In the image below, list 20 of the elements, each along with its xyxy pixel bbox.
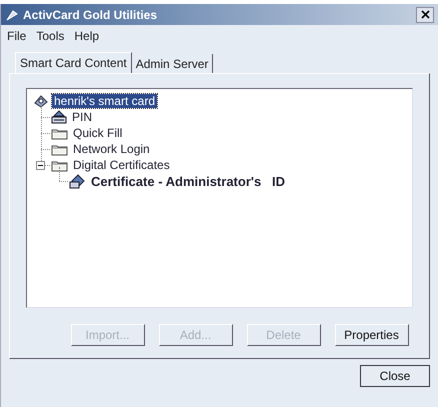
certificate-icon <box>69 174 86 188</box>
tree-item[interactable]: PIN <box>70 110 94 124</box>
tree-item[interactable]: Quick Fill <box>71 126 124 140</box>
window-title: ActivCard Gold Utilities <box>23 8 158 22</box>
smart-card-icon <box>33 94 49 108</box>
tree-item[interactable]: Network Login <box>71 142 152 156</box>
tree-item[interactable]: Digital Certificates <box>71 158 172 172</box>
close-button[interactable]: Close <box>360 365 430 387</box>
tab[interactable]: Smart Card Content <box>15 52 132 73</box>
collapse-icon[interactable] <box>36 161 45 170</box>
action-button[interactable]: Properties <box>334 324 408 346</box>
tree-item[interactable]: Certificate - Administrator's ID <box>89 174 288 188</box>
keyboard-icon <box>51 110 67 124</box>
close-icon[interactable] <box>416 6 434 22</box>
tab[interactable]: Admin Server <box>132 54 214 73</box>
menu-item[interactable]: Help <box>74 29 100 43</box>
app-icon <box>5 8 19 22</box>
tree-item[interactable]: henrik's smart card <box>52 94 157 108</box>
menu-item[interactable]: Tools <box>36 29 64 43</box>
menu-item[interactable]: File <box>7 29 26 43</box>
